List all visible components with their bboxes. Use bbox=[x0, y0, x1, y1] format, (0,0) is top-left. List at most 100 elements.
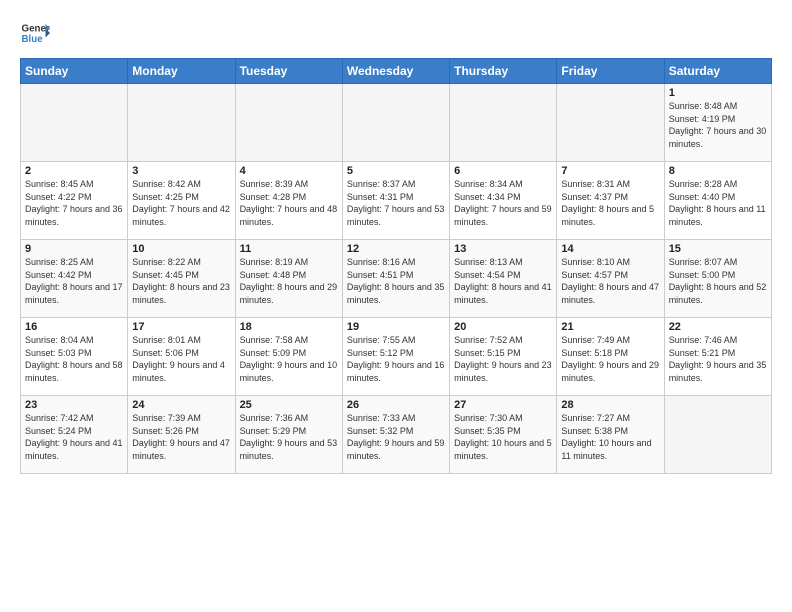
week-row-3: 16Sunrise: 8:04 AM Sunset: 5:03 PM Dayli… bbox=[21, 318, 772, 396]
header: General Blue bbox=[20, 18, 772, 48]
day-number: 1 bbox=[669, 87, 767, 99]
weekday-header-monday: Monday bbox=[128, 59, 235, 84]
calendar-cell: 13Sunrise: 8:13 AM Sunset: 4:54 PM Dayli… bbox=[450, 240, 557, 318]
day-info: Sunrise: 8:16 AM Sunset: 4:51 PM Dayligh… bbox=[347, 256, 445, 306]
day-number: 7 bbox=[561, 165, 659, 177]
calendar-cell bbox=[450, 84, 557, 162]
day-number: 16 bbox=[25, 321, 123, 333]
day-number: 27 bbox=[454, 399, 552, 411]
day-info: Sunrise: 8:13 AM Sunset: 4:54 PM Dayligh… bbox=[454, 256, 552, 306]
calendar-cell bbox=[235, 84, 342, 162]
calendar: SundayMondayTuesdayWednesdayThursdayFrid… bbox=[20, 58, 772, 474]
day-info: Sunrise: 8:42 AM Sunset: 4:25 PM Dayligh… bbox=[132, 178, 230, 228]
logo: General Blue bbox=[20, 18, 52, 48]
day-number: 15 bbox=[669, 243, 767, 255]
svg-text:Blue: Blue bbox=[22, 34, 44, 45]
week-row-1: 2Sunrise: 8:45 AM Sunset: 4:22 PM Daylig… bbox=[21, 162, 772, 240]
day-info: Sunrise: 7:46 AM Sunset: 5:21 PM Dayligh… bbox=[669, 334, 767, 384]
day-info: Sunrise: 8:45 AM Sunset: 4:22 PM Dayligh… bbox=[25, 178, 123, 228]
day-info: Sunrise: 7:52 AM Sunset: 5:15 PM Dayligh… bbox=[454, 334, 552, 384]
calendar-cell: 19Sunrise: 7:55 AM Sunset: 5:12 PM Dayli… bbox=[342, 318, 449, 396]
calendar-cell: 24Sunrise: 7:39 AM Sunset: 5:26 PM Dayli… bbox=[128, 396, 235, 474]
day-info: Sunrise: 7:58 AM Sunset: 5:09 PM Dayligh… bbox=[240, 334, 338, 384]
day-number: 12 bbox=[347, 243, 445, 255]
calendar-cell: 11Sunrise: 8:19 AM Sunset: 4:48 PM Dayli… bbox=[235, 240, 342, 318]
calendar-cell: 8Sunrise: 8:28 AM Sunset: 4:40 PM Daylig… bbox=[664, 162, 771, 240]
day-info: Sunrise: 8:28 AM Sunset: 4:40 PM Dayligh… bbox=[669, 178, 767, 228]
day-info: Sunrise: 8:48 AM Sunset: 4:19 PM Dayligh… bbox=[669, 100, 767, 150]
day-number: 6 bbox=[454, 165, 552, 177]
day-info: Sunrise: 8:25 AM Sunset: 4:42 PM Dayligh… bbox=[25, 256, 123, 306]
calendar-cell: 9Sunrise: 8:25 AM Sunset: 4:42 PM Daylig… bbox=[21, 240, 128, 318]
day-info: Sunrise: 8:19 AM Sunset: 4:48 PM Dayligh… bbox=[240, 256, 338, 306]
day-number: 25 bbox=[240, 399, 338, 411]
weekday-header-wednesday: Wednesday bbox=[342, 59, 449, 84]
calendar-cell: 4Sunrise: 8:39 AM Sunset: 4:28 PM Daylig… bbox=[235, 162, 342, 240]
day-number: 9 bbox=[25, 243, 123, 255]
calendar-cell: 6Sunrise: 8:34 AM Sunset: 4:34 PM Daylig… bbox=[450, 162, 557, 240]
calendar-cell bbox=[128, 84, 235, 162]
calendar-cell bbox=[21, 84, 128, 162]
day-info: Sunrise: 8:22 AM Sunset: 4:45 PM Dayligh… bbox=[132, 256, 230, 306]
week-row-2: 9Sunrise: 8:25 AM Sunset: 4:42 PM Daylig… bbox=[21, 240, 772, 318]
day-info: Sunrise: 7:36 AM Sunset: 5:29 PM Dayligh… bbox=[240, 412, 338, 462]
day-number: 14 bbox=[561, 243, 659, 255]
calendar-cell bbox=[557, 84, 664, 162]
calendar-cell: 17Sunrise: 8:01 AM Sunset: 5:06 PM Dayli… bbox=[128, 318, 235, 396]
calendar-cell: 3Sunrise: 8:42 AM Sunset: 4:25 PM Daylig… bbox=[128, 162, 235, 240]
day-number: 19 bbox=[347, 321, 445, 333]
day-number: 24 bbox=[132, 399, 230, 411]
weekday-header-thursday: Thursday bbox=[450, 59, 557, 84]
day-number: 21 bbox=[561, 321, 659, 333]
day-number: 8 bbox=[669, 165, 767, 177]
day-number: 17 bbox=[132, 321, 230, 333]
day-number: 26 bbox=[347, 399, 445, 411]
day-number: 22 bbox=[669, 321, 767, 333]
day-number: 20 bbox=[454, 321, 552, 333]
day-info: Sunrise: 8:04 AM Sunset: 5:03 PM Dayligh… bbox=[25, 334, 123, 384]
day-number: 2 bbox=[25, 165, 123, 177]
calendar-cell: 20Sunrise: 7:52 AM Sunset: 5:15 PM Dayli… bbox=[450, 318, 557, 396]
day-info: Sunrise: 7:49 AM Sunset: 5:18 PM Dayligh… bbox=[561, 334, 659, 384]
weekday-header-friday: Friday bbox=[557, 59, 664, 84]
day-number: 10 bbox=[132, 243, 230, 255]
day-number: 3 bbox=[132, 165, 230, 177]
day-number: 4 bbox=[240, 165, 338, 177]
day-info: Sunrise: 8:34 AM Sunset: 4:34 PM Dayligh… bbox=[454, 178, 552, 228]
week-row-0: 1Sunrise: 8:48 AM Sunset: 4:19 PM Daylig… bbox=[21, 84, 772, 162]
page: General Blue SundayMondayTuesdayWednesda… bbox=[0, 0, 792, 612]
week-row-4: 23Sunrise: 7:42 AM Sunset: 5:24 PM Dayli… bbox=[21, 396, 772, 474]
day-number: 13 bbox=[454, 243, 552, 255]
day-number: 11 bbox=[240, 243, 338, 255]
day-info: Sunrise: 8:39 AM Sunset: 4:28 PM Dayligh… bbox=[240, 178, 338, 228]
calendar-cell: 22Sunrise: 7:46 AM Sunset: 5:21 PM Dayli… bbox=[664, 318, 771, 396]
logo-icon: General Blue bbox=[20, 18, 50, 48]
day-number: 18 bbox=[240, 321, 338, 333]
day-info: Sunrise: 7:33 AM Sunset: 5:32 PM Dayligh… bbox=[347, 412, 445, 462]
day-info: Sunrise: 7:27 AM Sunset: 5:38 PM Dayligh… bbox=[561, 412, 659, 462]
day-info: Sunrise: 8:01 AM Sunset: 5:06 PM Dayligh… bbox=[132, 334, 230, 384]
calendar-cell: 1Sunrise: 8:48 AM Sunset: 4:19 PM Daylig… bbox=[664, 84, 771, 162]
day-number: 5 bbox=[347, 165, 445, 177]
calendar-cell: 5Sunrise: 8:37 AM Sunset: 4:31 PM Daylig… bbox=[342, 162, 449, 240]
calendar-cell: 10Sunrise: 8:22 AM Sunset: 4:45 PM Dayli… bbox=[128, 240, 235, 318]
calendar-cell bbox=[664, 396, 771, 474]
calendar-cell: 25Sunrise: 7:36 AM Sunset: 5:29 PM Dayli… bbox=[235, 396, 342, 474]
day-info: Sunrise: 8:10 AM Sunset: 4:57 PM Dayligh… bbox=[561, 256, 659, 306]
calendar-cell: 21Sunrise: 7:49 AM Sunset: 5:18 PM Dayli… bbox=[557, 318, 664, 396]
calendar-cell: 14Sunrise: 8:10 AM Sunset: 4:57 PM Dayli… bbox=[557, 240, 664, 318]
calendar-cell: 7Sunrise: 8:31 AM Sunset: 4:37 PM Daylig… bbox=[557, 162, 664, 240]
weekday-header-saturday: Saturday bbox=[664, 59, 771, 84]
day-info: Sunrise: 8:07 AM Sunset: 5:00 PM Dayligh… bbox=[669, 256, 767, 306]
day-number: 23 bbox=[25, 399, 123, 411]
calendar-cell: 18Sunrise: 7:58 AM Sunset: 5:09 PM Dayli… bbox=[235, 318, 342, 396]
calendar-cell: 15Sunrise: 8:07 AM Sunset: 5:00 PM Dayli… bbox=[664, 240, 771, 318]
day-info: Sunrise: 7:55 AM Sunset: 5:12 PM Dayligh… bbox=[347, 334, 445, 384]
calendar-cell bbox=[342, 84, 449, 162]
day-info: Sunrise: 8:37 AM Sunset: 4:31 PM Dayligh… bbox=[347, 178, 445, 228]
calendar-cell: 27Sunrise: 7:30 AM Sunset: 5:35 PM Dayli… bbox=[450, 396, 557, 474]
day-number: 28 bbox=[561, 399, 659, 411]
day-info: Sunrise: 7:30 AM Sunset: 5:35 PM Dayligh… bbox=[454, 412, 552, 462]
calendar-cell: 23Sunrise: 7:42 AM Sunset: 5:24 PM Dayli… bbox=[21, 396, 128, 474]
day-info: Sunrise: 8:31 AM Sunset: 4:37 PM Dayligh… bbox=[561, 178, 659, 228]
